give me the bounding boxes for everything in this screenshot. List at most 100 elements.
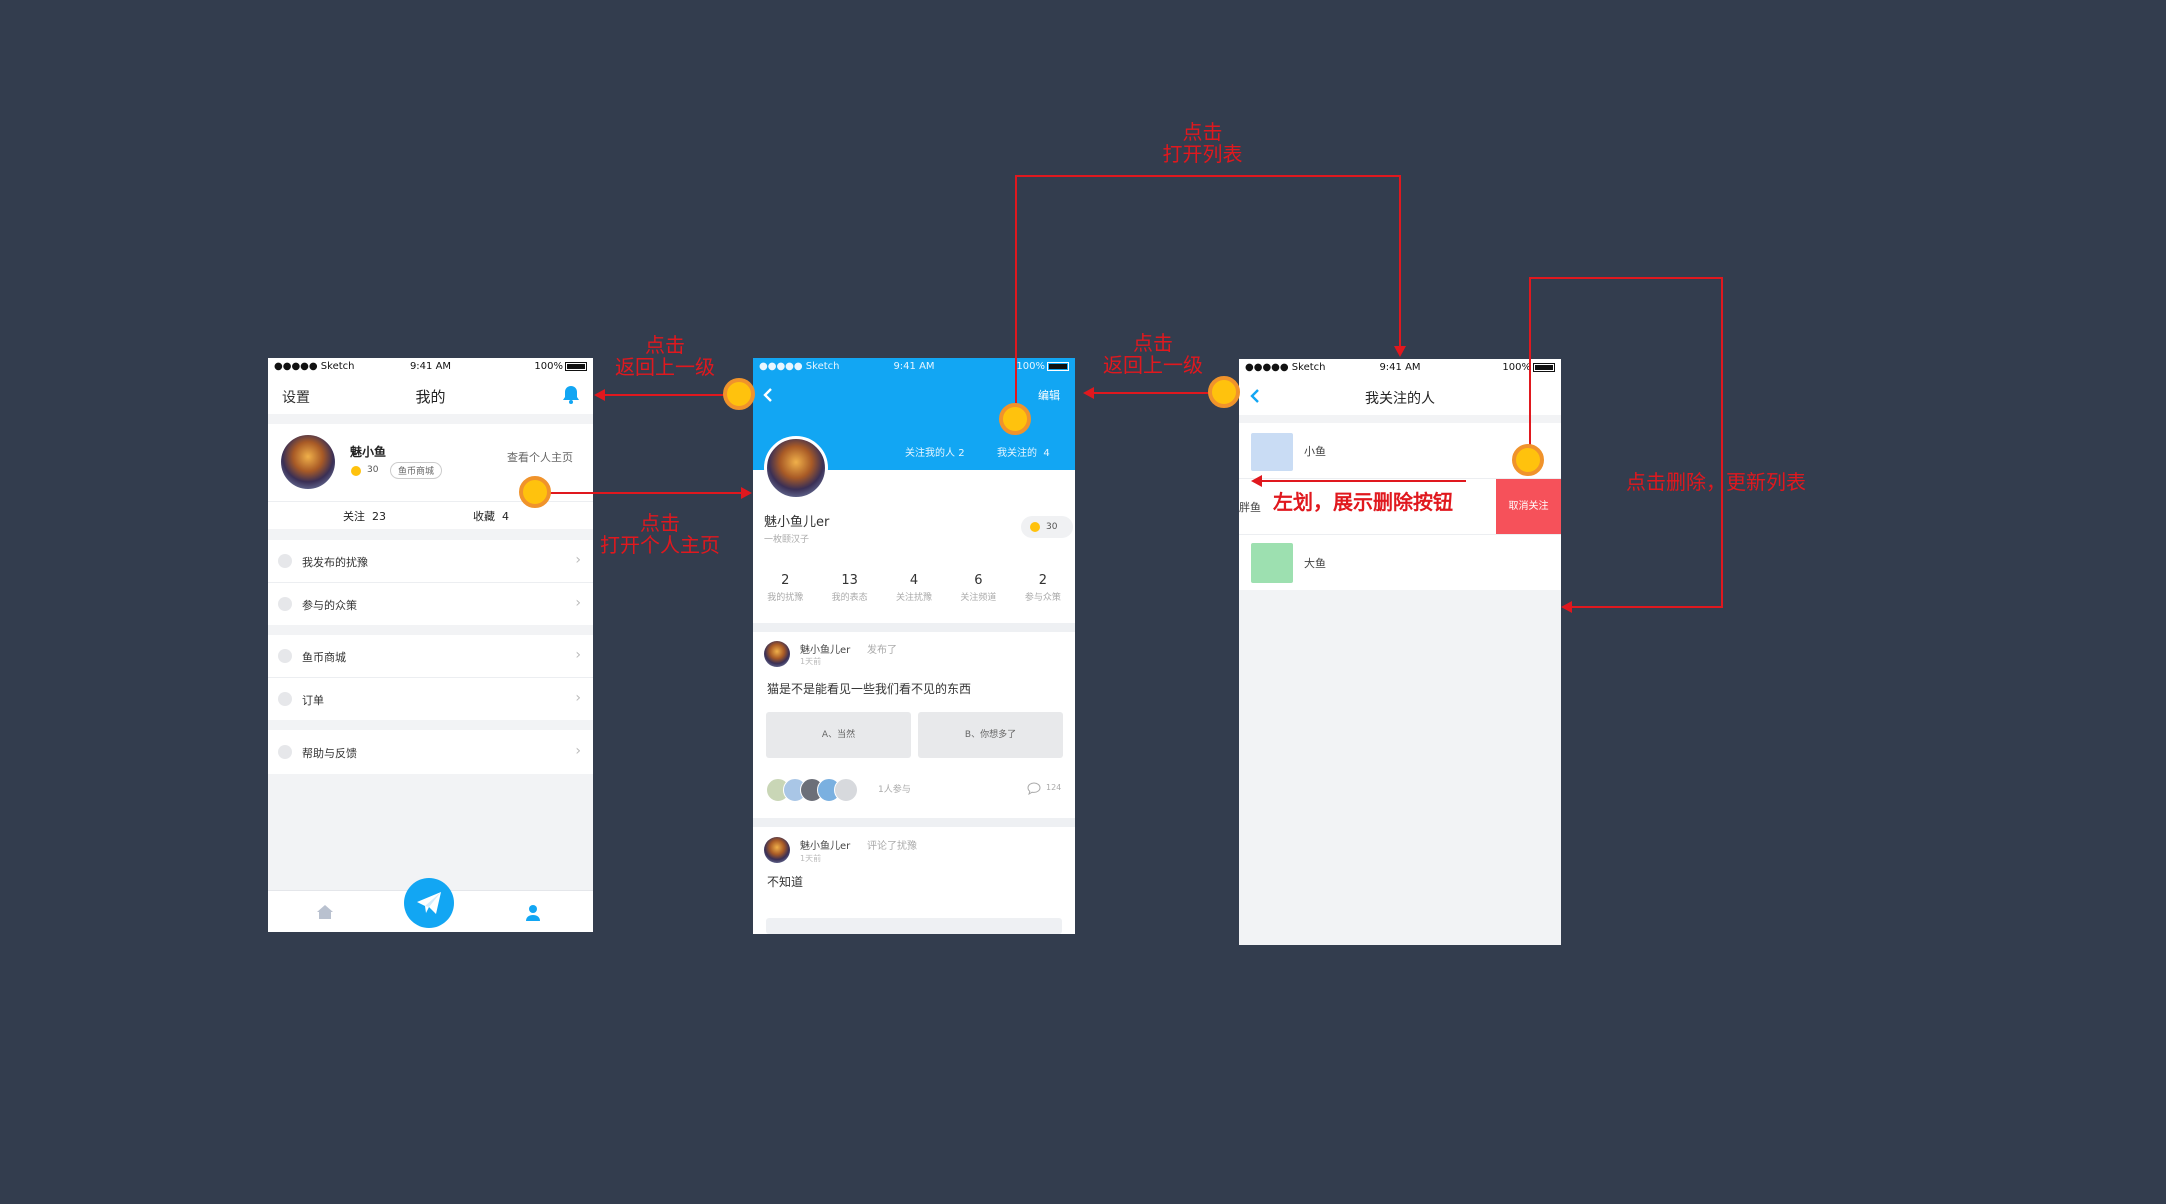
user-name: 魅小鱼	[350, 445, 387, 459]
unfollow-button[interactable]: 取消关注	[1496, 479, 1561, 534]
list-name: 胖鱼	[1239, 501, 1261, 514]
arrow-head-left	[1251, 475, 1262, 487]
arrow-head-right	[741, 487, 752, 499]
post-avatar	[764, 837, 790, 863]
flow-line-open-profile	[545, 492, 741, 494]
help-icon	[278, 745, 292, 759]
flow-line-open-list	[1015, 175, 1401, 177]
menu-label: 我发布的扰豫	[302, 556, 368, 569]
touch-indicator	[1512, 444, 1544, 476]
back-arrow-icon[interactable]	[763, 387, 773, 403]
touch-indicator	[999, 403, 1031, 435]
list-avatar	[1251, 543, 1293, 583]
post-author: 魅小鱼儿er	[800, 645, 851, 656]
post-text: 不知道	[767, 875, 804, 889]
status-bar: ●●●●● Sketch 9:41 AM 100%	[753, 358, 1075, 375]
option-a-button[interactable]: A、当然	[766, 712, 911, 758]
orders-icon	[278, 692, 292, 706]
chevron-right-icon: ›	[575, 647, 581, 663]
menu-item-joined[interactable]: 参与的众策 ›	[268, 583, 593, 625]
stat-item[interactable]: 6 关注频道	[946, 573, 1010, 613]
following-link[interactable]: 我关注的 4	[997, 444, 1050, 459]
section-gap	[753, 623, 1075, 632]
list-item[interactable]: 大鱼	[1239, 535, 1561, 590]
screen-my-profile: ●●●●● Sketch 9:41 AM 100% 设置 我的 魅小鱼 30 鱼…	[268, 358, 593, 932]
post-action: 评论了扰豫	[867, 841, 917, 852]
home-icon[interactable]	[316, 904, 334, 920]
coin-count: 30	[367, 465, 379, 475]
menu-group-1: 我发布的扰豫 › 参与的众策 ›	[268, 540, 593, 625]
list-name: 小鱼	[1304, 445, 1326, 458]
stat-item[interactable]: 4 关注扰豫	[882, 573, 946, 613]
post-time: 1天前	[800, 657, 822, 666]
screen-following-list: ●●●●● Sketch 9:41 AM 100% 我关注的人 小鱼 胖鱼 取消…	[1239, 359, 1561, 945]
bell-icon[interactable]	[562, 385, 580, 404]
profile-bio: 一枚颐汉子	[764, 535, 810, 545]
menu-item-published[interactable]: 我发布的扰豫 ›	[268, 540, 593, 582]
stat-item[interactable]: 2 参与众策	[1011, 573, 1075, 613]
coin-icon	[351, 466, 361, 476]
participant-avatar	[834, 778, 858, 802]
battery-icon	[1047, 361, 1069, 371]
touch-indicator	[519, 476, 551, 508]
shop-badge[interactable]: 鱼币商城	[390, 462, 443, 479]
menu-item-orders[interactable]: 订单 ›	[268, 678, 593, 720]
post-avatar	[764, 641, 790, 667]
menu-item-help[interactable]: 帮助与反馈 ›	[268, 730, 593, 774]
status-bar: ●●●●● Sketch 9:41 AM 100%	[1239, 359, 1561, 378]
post-time: 1天前	[800, 854, 822, 863]
nav-bar: 我关注的人	[1239, 378, 1561, 415]
flow-line-swipe	[1261, 480, 1466, 482]
flow-line-delete	[1529, 277, 1723, 279]
flow-line-back1	[603, 394, 740, 396]
profile-name: 魅小鱼儿er	[764, 515, 830, 530]
annotation-delete-refresh: 点击删除，更新列表	[1626, 470, 1806, 494]
arrow-head-down	[1394, 346, 1406, 357]
post-text: 猫是不是能看见一些我们看不见的东西	[767, 682, 972, 696]
paper-plane-icon	[417, 892, 441, 914]
followers-link[interactable]: 关注我的人 2	[905, 444, 965, 459]
nav-bar: 设置 我的	[268, 376, 593, 414]
menu-item-shop[interactable]: 鱼币商城 ›	[268, 635, 593, 677]
stat-item[interactable]: 13 我的表态	[817, 573, 881, 613]
stat-item[interactable]: 2 我的扰豫	[753, 573, 817, 613]
option-b-button[interactable]: B、你想多了	[918, 712, 1063, 758]
annotation-swipe: 左划，展示删除按钮	[1273, 490, 1453, 514]
section-gap	[753, 818, 1075, 827]
annotation-open-profile: 点击 打开个人主页	[600, 511, 720, 557]
list-avatar	[1251, 433, 1293, 471]
collect-stat[interactable]: 收藏 4	[473, 508, 509, 524]
person-icon[interactable]	[525, 904, 541, 921]
battery-label: 100%	[534, 361, 587, 372]
chevron-right-icon: ›	[575, 743, 581, 759]
touch-indicator	[723, 378, 755, 410]
annotation-back1: 点击 返回上一级	[615, 333, 715, 379]
post-card[interactable]: 魅小鱼儿er 评论了扰豫 1天前 不知道	[753, 827, 1075, 934]
stats-row: 2 我的扰豫 13 我的表态 4 关注扰豫 6 关注频道 2 参与众策	[753, 573, 1075, 613]
view-profile-link[interactable]: 查看个人主页	[507, 449, 573, 465]
follow-stat[interactable]: 关注 23	[343, 508, 386, 524]
arrow-head-left	[1083, 387, 1094, 399]
menu-group-2: 鱼币商城 › 订单 ›	[268, 635, 593, 720]
comment-icon[interactable]	[1027, 782, 1041, 795]
coin-pill[interactable]: 30	[1021, 516, 1073, 538]
publish-button[interactable]	[404, 878, 454, 928]
post-card[interactable]: 魅小鱼儿er 发布了 1天前 猫是不是能看见一些我们看不见的东西 A、当然 B、…	[753, 632, 1075, 818]
arrow-head-left	[1561, 601, 1572, 613]
participant-avatars	[766, 778, 886, 802]
flow-line-open-list	[1015, 175, 1017, 405]
flow-line-back2	[1093, 392, 1225, 394]
comment-count: 124	[1046, 783, 1062, 792]
menu-label: 鱼币商城	[302, 651, 346, 664]
shop-icon	[278, 649, 292, 663]
chevron-right-icon: ›	[575, 595, 581, 611]
battery-icon	[565, 361, 587, 371]
post-action: 发布了	[867, 645, 897, 656]
flow-line-open-list	[1399, 175, 1401, 347]
profile-card[interactable]: 魅小鱼 30 鱼币商城 查看个人主页 关注 23 收藏 4	[268, 424, 593, 529]
list-item[interactable]: 小鱼	[1239, 423, 1561, 478]
avatar	[281, 435, 335, 489]
edit-button[interactable]: 编辑	[1038, 387, 1060, 403]
page-title: 我关注的人	[1365, 391, 1435, 407]
joined-icon	[278, 597, 292, 611]
